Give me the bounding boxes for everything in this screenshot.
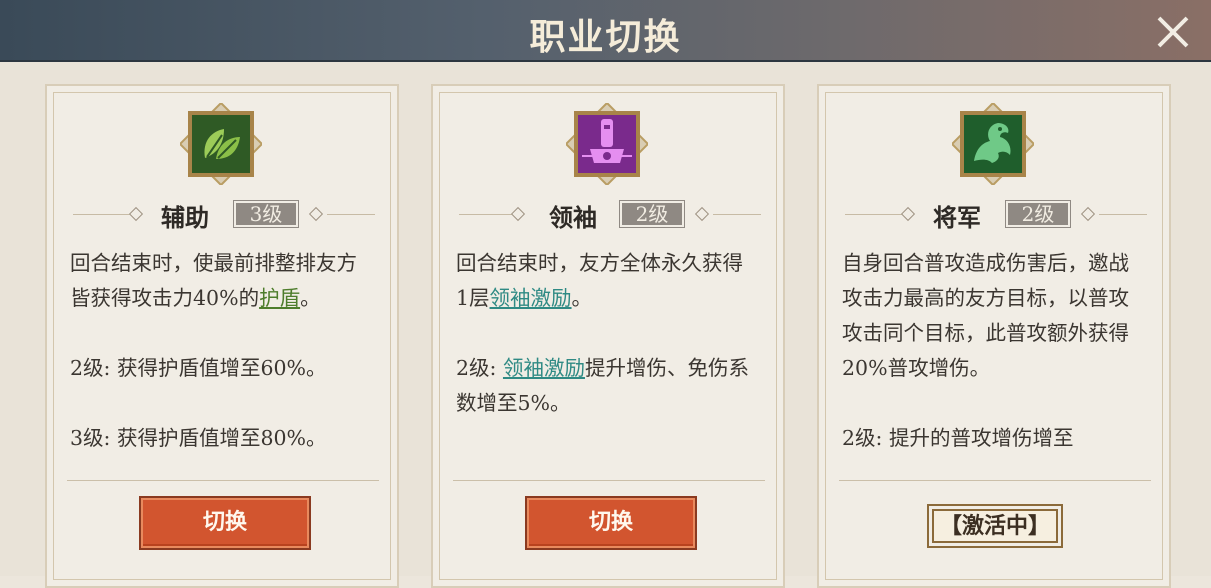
class-description: 自身回合普攻造成伤害后，邀战攻击力最高的友方目标，以普攻攻击同个目标，此普攻额外… bbox=[842, 246, 1142, 476]
divider bbox=[845, 214, 903, 215]
class-description: 回合结束时，友方全体永久获得1层领袖激励。 2级: 领袖激励提升增伤、免伤系数增… bbox=[456, 246, 756, 476]
divider bbox=[713, 214, 761, 215]
diamond-ornament-icon bbox=[1080, 206, 1096, 222]
separator bbox=[67, 480, 379, 481]
leaf-icon bbox=[180, 103, 262, 185]
class-title-row: 将军 2级 bbox=[819, 198, 1169, 232]
divider bbox=[459, 214, 517, 215]
class-name: 将军 bbox=[933, 203, 981, 232]
leader-buff-link[interactable]: 领袖激励 bbox=[490, 286, 572, 310]
switch-button[interactable]: 切换 bbox=[525, 496, 697, 550]
class-description: 回合结束时，使最前排整排友方皆获得攻击力40%的护盾。 2级: 获得护盾值增至6… bbox=[70, 246, 370, 476]
switch-button[interactable]: 切换 bbox=[139, 496, 311, 550]
desc-text: 。 bbox=[571, 286, 593, 310]
desc-text: 。 bbox=[300, 286, 321, 310]
divider bbox=[327, 214, 375, 215]
level-2-desc: 2级: 提升的普攻增伤增至 bbox=[842, 426, 1074, 450]
diamond-ornament-icon bbox=[510, 206, 526, 222]
diamond-ornament-icon bbox=[308, 206, 324, 222]
leader-buff-link[interactable]: 领袖激励 bbox=[503, 356, 585, 380]
class-title-row: 领袖 2级 bbox=[433, 198, 783, 232]
window-header: 职业切换 bbox=[0, 0, 1211, 62]
diamond-ornament-icon bbox=[900, 206, 916, 222]
diamond-ornament-icon bbox=[694, 206, 710, 222]
level-badge: 2级 bbox=[619, 200, 685, 228]
class-title-row: 辅助 3级 bbox=[47, 198, 397, 232]
separator bbox=[839, 480, 1151, 481]
level-badge: 3级 bbox=[233, 200, 299, 228]
desc-text: 自身回合普攻造成伤害后，邀战攻击力最高的友方目标，以普攻攻击同个目标，此普攻额外… bbox=[842, 251, 1129, 380]
class-card-general: 将军 2级 自身回合普攻造成伤害后，邀战攻击力最高的友方目标，以普攻攻击同个目标… bbox=[817, 84, 1171, 588]
dragon-icon bbox=[952, 103, 1034, 185]
class-name: 领袖 bbox=[549, 203, 597, 232]
class-card-leader: 领袖 2级 回合结束时，友方全体永久获得1层领袖激励。 2级: 领袖激励提升增伤… bbox=[431, 84, 785, 588]
class-name: 辅助 bbox=[161, 203, 209, 232]
shield-link[interactable]: 护盾 bbox=[259, 286, 300, 310]
desc-text: 2级: bbox=[456, 356, 503, 380]
banner-icon bbox=[566, 103, 648, 185]
close-icon[interactable] bbox=[1153, 12, 1193, 52]
active-status-badge: 【激活中】 bbox=[927, 504, 1063, 548]
class-card-support: 辅助 3级 回合结束时，使最前排整排友方皆获得攻击力40%的护盾。 2级: 获得… bbox=[45, 84, 399, 588]
level-badge: 2级 bbox=[1005, 200, 1071, 228]
divider bbox=[73, 214, 131, 215]
separator bbox=[453, 480, 765, 481]
diamond-ornament-icon bbox=[128, 206, 144, 222]
page-title: 职业切换 bbox=[529, 16, 682, 58]
divider bbox=[1099, 214, 1147, 215]
level-3-desc: 3级: 获得护盾值增至80%。 bbox=[70, 426, 327, 450]
level-2-desc: 2级: 获得护盾值增至60%。 bbox=[70, 356, 327, 380]
